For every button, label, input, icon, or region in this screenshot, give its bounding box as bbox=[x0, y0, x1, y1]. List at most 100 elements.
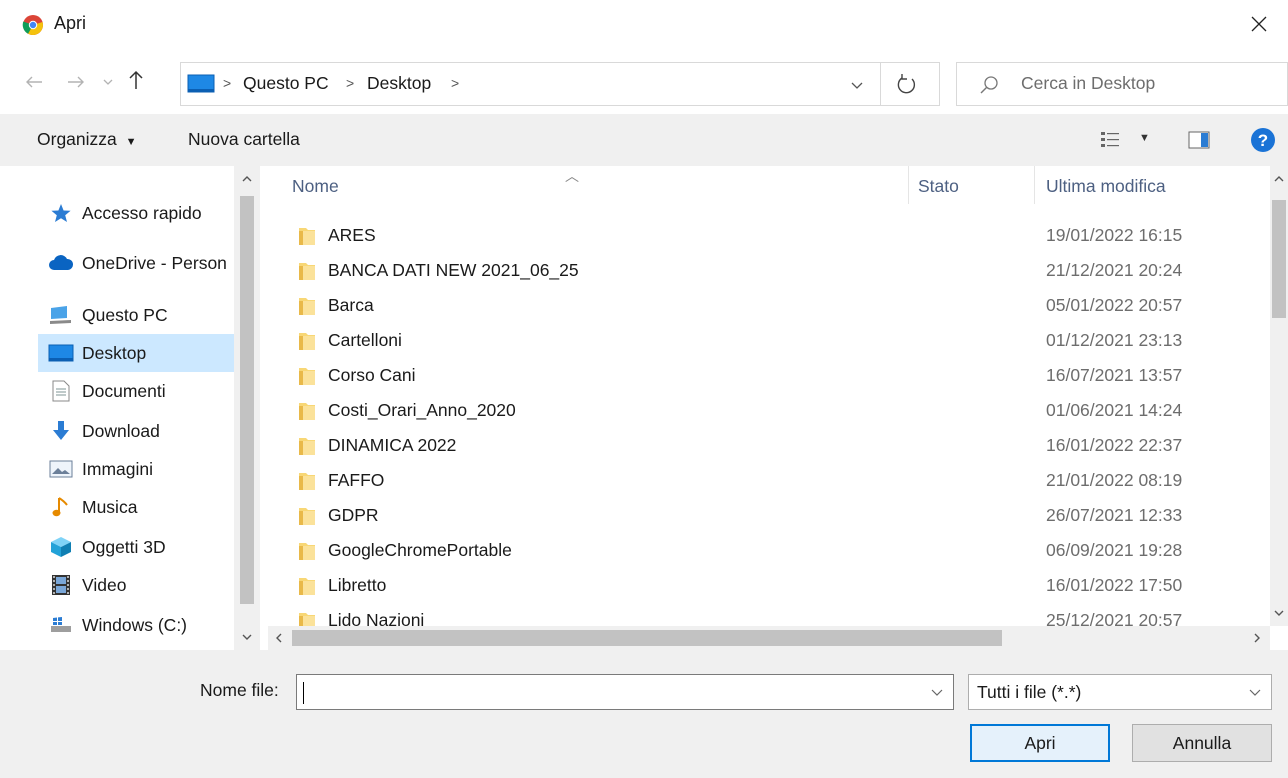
filename-input[interactable] bbox=[296, 674, 954, 710]
breadcrumb-separator[interactable]: > bbox=[451, 75, 459, 91]
recent-locations-button[interactable] bbox=[100, 70, 116, 94]
file-name: FAFFO bbox=[328, 470, 385, 490]
file-name: ARES bbox=[328, 225, 376, 245]
file-name: DINAMICA 2022 bbox=[328, 435, 457, 455]
scroll-up-icon[interactable] bbox=[1273, 174, 1285, 184]
file-name: Barca bbox=[328, 295, 374, 315]
breadcrumb-questo-pc[interactable]: Questo PC bbox=[243, 73, 329, 94]
file-list-vertical-scrollbar[interactable] bbox=[1270, 166, 1288, 626]
vertical-scroll-thumb[interactable] bbox=[1272, 200, 1286, 318]
search-box[interactable]: Cerca in Desktop bbox=[956, 62, 1288, 106]
cancel-button[interactable]: Annulla bbox=[1132, 724, 1272, 762]
sidebar-item-windows-c[interactable]: Windows (C:) bbox=[38, 606, 234, 644]
file-row[interactable]: ARES 19/01/2022 16:15 bbox=[268, 218, 1268, 253]
cube-icon bbox=[48, 536, 74, 558]
file-name: GDPR bbox=[328, 505, 379, 525]
file-row[interactable]: FAFFO 21/01/2022 08:19 bbox=[268, 463, 1268, 498]
file-row[interactable]: Libretto 16/01/2022 17:50 bbox=[268, 568, 1268, 603]
sidebar-item-musica[interactable]: Musica bbox=[38, 488, 234, 526]
window-title: Apri bbox=[54, 13, 87, 33]
close-button[interactable] bbox=[1230, 0, 1288, 48]
document-icon bbox=[48, 380, 74, 402]
scroll-left-icon[interactable] bbox=[274, 632, 284, 644]
breadcrumb-separator: > bbox=[346, 75, 355, 91]
sidebar-scrollbar[interactable] bbox=[234, 166, 260, 650]
file-row[interactable]: Costi_Orari_Anno_2020 01/06/2021 14:24 bbox=[268, 393, 1268, 428]
sidebar-item-questo-pc[interactable]: Questo PC bbox=[38, 296, 234, 334]
column-header-name[interactable]: Nome bbox=[292, 176, 339, 197]
scroll-right-icon[interactable] bbox=[1252, 632, 1262, 644]
chevron-down-icon bbox=[1249, 689, 1261, 696]
file-modified-date: 01/12/2021 23:13 bbox=[1046, 330, 1183, 350]
file-row[interactable]: DINAMICA 2022 16/01/2022 22:37 bbox=[268, 428, 1268, 463]
view-dropdown-caret-icon[interactable]: ▼ bbox=[1139, 132, 1150, 144]
file-row[interactable]: GoogleChromePortable 06/09/2021 19:28 bbox=[268, 533, 1268, 568]
horizontal-scroll-thumb[interactable] bbox=[292, 630, 1002, 646]
help-icon[interactable]: ? bbox=[1250, 127, 1276, 153]
download-icon bbox=[48, 420, 74, 442]
chevron-down-icon[interactable] bbox=[929, 683, 945, 701]
folder-icon bbox=[298, 505, 316, 527]
refresh-icon[interactable] bbox=[894, 73, 920, 97]
folder-icon bbox=[298, 575, 316, 597]
sidebar-scroll-thumb[interactable] bbox=[240, 196, 254, 604]
up-button[interactable] bbox=[124, 68, 148, 92]
view-options-icon[interactable] bbox=[1100, 130, 1122, 150]
sidebar-item-label: Desktop bbox=[82, 342, 147, 363]
sidebar-item-label: Questo PC bbox=[82, 304, 168, 325]
star-icon bbox=[48, 202, 74, 224]
scroll-down-icon[interactable] bbox=[241, 632, 253, 642]
scroll-up-icon[interactable] bbox=[241, 174, 253, 184]
file-row[interactable]: Corso Cani 16/07/2021 13:57 bbox=[268, 358, 1268, 393]
column-header-modified[interactable]: Ultima modifica bbox=[1046, 176, 1166, 197]
text-caret bbox=[303, 682, 304, 704]
sidebar-item-label: Immagini bbox=[82, 458, 153, 479]
sidebar-item-onedrive[interactable]: OneDrive - Person bbox=[38, 244, 234, 282]
file-row[interactable]: Barca 05/01/2022 20:57 bbox=[268, 288, 1268, 323]
open-button[interactable]: Apri bbox=[970, 724, 1110, 762]
organize-button[interactable]: Organizza ▼ bbox=[37, 129, 137, 150]
chrome-icon bbox=[22, 15, 43, 36]
sidebar-item-video[interactable]: Video bbox=[38, 566, 234, 604]
folder-icon bbox=[298, 470, 316, 492]
arrow-right-icon bbox=[68, 76, 84, 88]
search-icon bbox=[980, 76, 998, 94]
sidebar-item-accesso-rapido[interactable]: Accesso rapido bbox=[38, 194, 234, 232]
column-header-status[interactable]: Stato bbox=[918, 176, 959, 197]
breadcrumb-desktop[interactable]: Desktop bbox=[367, 73, 431, 94]
file-name: Libretto bbox=[328, 575, 387, 595]
sidebar-item-label: Video bbox=[82, 574, 127, 595]
address-divider bbox=[880, 62, 881, 106]
back-button[interactable] bbox=[22, 70, 46, 94]
file-row[interactable]: BANCA DATI NEW 2021_06_25 21/12/2021 20:2… bbox=[268, 253, 1268, 288]
file-row[interactable]: Cartelloni 01/12/2021 23:13 bbox=[268, 323, 1268, 358]
file-list-horizontal-scrollbar[interactable] bbox=[268, 626, 1270, 650]
filetype-select[interactable]: Tutti i file (*.*) bbox=[968, 674, 1272, 710]
file-modified-date: 16/07/2021 13:57 bbox=[1046, 365, 1183, 385]
address-bar[interactable]: > Questo PC > Desktop > bbox=[180, 62, 940, 106]
sidebar-item-label: Oggetti 3D bbox=[82, 536, 166, 557]
file-modified-date: 16/01/2022 17:50 bbox=[1046, 575, 1183, 595]
folder-icon bbox=[298, 365, 316, 387]
file-modified-date: 19/01/2022 16:15 bbox=[1046, 225, 1183, 245]
command-bar: Organizza ▼ Nuova cartella ▼ ? bbox=[0, 114, 1288, 166]
chevron-down-icon[interactable] bbox=[846, 75, 868, 95]
file-row[interactable]: GDPR 26/07/2021 12:33 bbox=[268, 498, 1268, 533]
sidebar-item-download[interactable]: Download bbox=[38, 412, 234, 450]
sidebar-item-documenti[interactable]: Documenti bbox=[38, 372, 234, 410]
dialog-footer: Nome file: Tutti i file (*.*) Apri Annul… bbox=[0, 650, 1288, 778]
file-modified-date: 06/09/2021 19:28 bbox=[1046, 540, 1183, 560]
sidebar-item-immagini[interactable]: Immagini bbox=[38, 450, 234, 488]
forward-button[interactable] bbox=[64, 70, 88, 94]
scroll-down-icon[interactable] bbox=[1273, 608, 1285, 618]
caret-down-icon: ▼ bbox=[125, 136, 137, 148]
column-divider[interactable] bbox=[1034, 166, 1035, 204]
new-folder-button[interactable]: Nuova cartella bbox=[188, 129, 300, 150]
navigation-pane: Accesso rapido OneDrive - Person Questo … bbox=[0, 166, 260, 650]
folder-icon bbox=[298, 260, 316, 282]
search-input[interactable]: Cerca in Desktop bbox=[1021, 73, 1155, 94]
column-divider[interactable] bbox=[908, 166, 909, 204]
sidebar-item-desktop[interactable]: Desktop bbox=[38, 334, 234, 372]
preview-pane-icon[interactable] bbox=[1188, 131, 1210, 149]
sidebar-item-oggetti-3d[interactable]: Oggetti 3D bbox=[38, 528, 234, 566]
